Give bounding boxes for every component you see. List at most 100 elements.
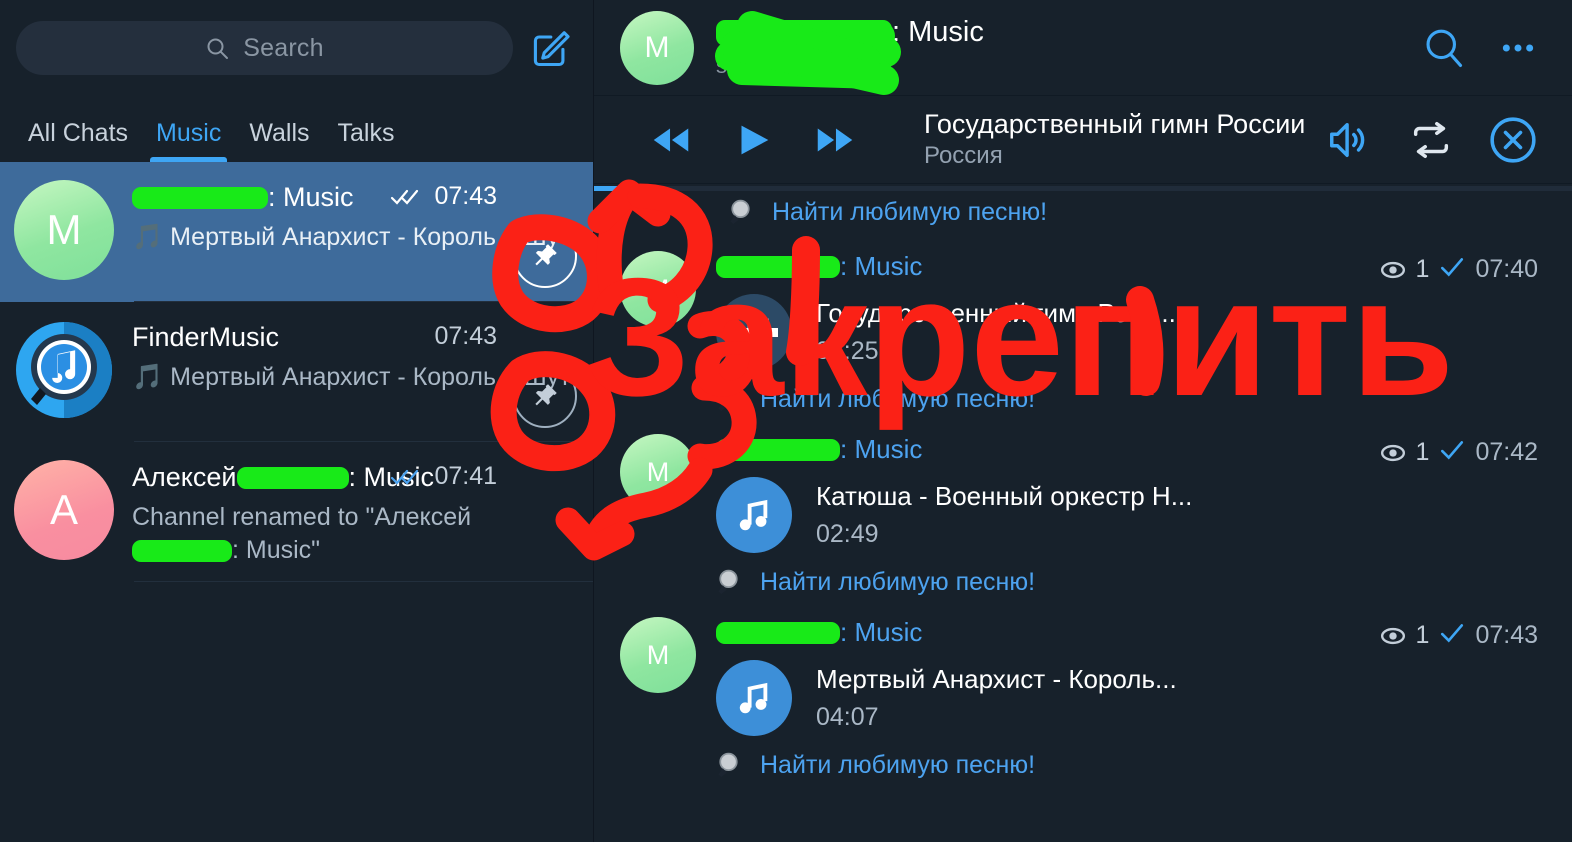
chat-item-main: FinderMusic 🎵 Мертвый Анархист - Король …: [132, 320, 577, 428]
play-icon[interactable]: [726, 113, 780, 167]
chat-item-preview: 🎵 Мертвый Анархист - Король и Шут: [132, 223, 571, 251]
avatar: A: [14, 460, 114, 560]
audio-text: Мертвый Анархист - Король... 04:07: [816, 664, 1177, 732]
chat-item-title: : Music: [132, 182, 354, 213]
repeat-icon[interactable]: [1404, 113, 1458, 167]
chat-item-meta: 07:41: [390, 462, 497, 491]
chat-list: M : Music 🎵 Мертвый Анархист - Король и …: [0, 162, 593, 842]
chat-list-item[interactable]: A Алексей : Music Channel renamed to "Ал…: [0, 442, 593, 582]
message-item: M : Music Мертвый Анархист - Король... 0…: [594, 603, 1572, 786]
chat-item-time: 07:41: [434, 462, 497, 490]
audio-duration: 04:07: [816, 703, 879, 731]
chat-list-item[interactable]: M : Music 🎵 Мертвый Анархист - Король и …: [0, 162, 593, 302]
chat-item-meta: 07:43: [434, 322, 497, 351]
search-input[interactable]: Search: [16, 21, 513, 75]
sidebar-tabs: All Chats Music Walls Talks: [0, 96, 593, 162]
page-title: : Music: [716, 16, 1396, 49]
search-icon[interactable]: [1418, 22, 1470, 74]
find-song-label: Найти любимую песню!: [760, 384, 1036, 413]
pin-button[interactable]: [513, 224, 577, 288]
check-icon: [1439, 256, 1465, 283]
message-time: 07:43: [1475, 621, 1538, 649]
compose-icon[interactable]: [527, 24, 575, 72]
chat-header-names: : Music subscriber: [716, 16, 1396, 79]
message-time: 07:42: [1475, 438, 1538, 466]
view-count: 1: [1415, 621, 1430, 649]
audio-note-icon[interactable]: [716, 660, 792, 736]
message-item: M : Music Катюша - Военный оркестр Н... …: [594, 420, 1572, 603]
chat-item-title-suffix: : Music: [268, 182, 354, 212]
redacted-name: [716, 19, 892, 46]
fast-forward-icon[interactable]: [808, 113, 862, 167]
redacted-name: [716, 438, 840, 461]
audio-playing-icon[interactable]: [716, 294, 792, 370]
finder-music-logo-icon: [16, 322, 112, 418]
message-list[interactable]: Найти любимую песню! M : Music Государст…: [594, 186, 1572, 842]
avatar: M: [620, 617, 696, 693]
audio-attachment[interactable]: Государственный гимн Росс... 03:25: [716, 294, 1542, 370]
search-icon: [205, 36, 229, 60]
find-song-label: Найти любимую песню!: [760, 567, 1036, 596]
audio-text: Государственный гимн Росс... 03:25: [816, 298, 1176, 366]
redacted-name: [716, 255, 840, 278]
avatar[interactable]: M: [620, 10, 694, 85]
avatar: M: [14, 180, 114, 280]
views-eye-icon: [1380, 623, 1406, 649]
magnifier-icon: [716, 567, 746, 597]
chat-header-title-suffix: : Music: [892, 16, 984, 48]
sidebar-topbar: Search: [0, 0, 593, 96]
find-song-link[interactable]: Найти любимую песню!: [728, 197, 1572, 227]
magnifier-icon: [728, 197, 758, 227]
message-item: M : Music Государственный гимн Росс... 0…: [594, 237, 1572, 420]
chat-header-subtitle: subscriber: [716, 53, 818, 78]
audio-duration: 02:49: [816, 520, 879, 548]
tab-talks[interactable]: Talks: [324, 119, 409, 162]
message-status: 1 07:43: [1380, 621, 1538, 650]
avatar-letter: M: [646, 456, 670, 487]
view-count: 1: [1415, 438, 1430, 466]
redacted-name: [132, 186, 268, 209]
close-circle-icon[interactable]: [1486, 113, 1540, 167]
avatar: M: [620, 434, 696, 510]
find-song-link[interactable]: Найти любимую песню!: [716, 750, 1542, 780]
chat-item-preview: Channel renamed to "Алексей : Music": [132, 501, 577, 566]
chat-header: M : Music subscriber: [594, 0, 1572, 96]
chat-item-preview: 🎵 Мертвый Анархист - Король и Шут: [132, 363, 571, 391]
find-song-link[interactable]: Найти любимую песню!: [716, 384, 1542, 414]
views-eye-icon: [1380, 440, 1406, 466]
message-status: 1 07:40: [1380, 255, 1538, 284]
find-song-link[interactable]: Найти любимую песню!: [716, 567, 1542, 597]
avatar: [14, 320, 114, 420]
check-icon: [1439, 439, 1465, 466]
audio-text: Катюша - Военный оркестр Н... 02:49: [816, 481, 1192, 549]
more-options-icon[interactable]: [1492, 22, 1544, 74]
app-window: Search All Chats Music Walls Talks M: M…: [0, 0, 1572, 842]
check-icon: [1439, 622, 1465, 649]
magnifier-icon: [716, 384, 746, 414]
tab-all-chats[interactable]: All Chats: [14, 119, 142, 162]
volume-icon[interactable]: [1322, 113, 1376, 167]
chat-item-preview-line2: : Music": [232, 535, 321, 564]
pin-button[interactable]: [513, 364, 577, 428]
avatar-letter: M: [46, 206, 82, 253]
magnifier-icon: [716, 750, 746, 780]
chat-item-title-prefix: Алексей: [132, 462, 237, 492]
avatar: M: [620, 251, 696, 327]
player-secondary-controls: [1322, 113, 1550, 167]
audio-note-icon[interactable]: [716, 477, 792, 553]
tab-walls[interactable]: Walls: [235, 119, 323, 162]
avatar-letter: M: [646, 639, 670, 670]
chat-item-title: Алексей : Music: [132, 462, 434, 493]
audio-progress-bar[interactable]: [594, 186, 1572, 191]
redacted-name: [716, 621, 840, 644]
view-count: 1: [1415, 255, 1430, 283]
rewind-icon[interactable]: [644, 113, 698, 167]
audio-attachment[interactable]: Мертвый Анархист - Король... 04:07: [716, 660, 1542, 736]
avatar-letter: M: [646, 273, 670, 304]
avatar-letter: A: [49, 486, 78, 533]
audio-attachment[interactable]: Катюша - Военный оркестр Н... 02:49: [716, 477, 1542, 553]
chat-panel: M : Music subscriber Государственный гим…: [594, 0, 1572, 842]
tab-music[interactable]: Music: [142, 119, 235, 162]
chat-list-item[interactable]: FinderMusic 🎵 Мертвый Анархист - Король …: [0, 302, 593, 442]
chat-item-meta: 07:43: [390, 182, 497, 211]
